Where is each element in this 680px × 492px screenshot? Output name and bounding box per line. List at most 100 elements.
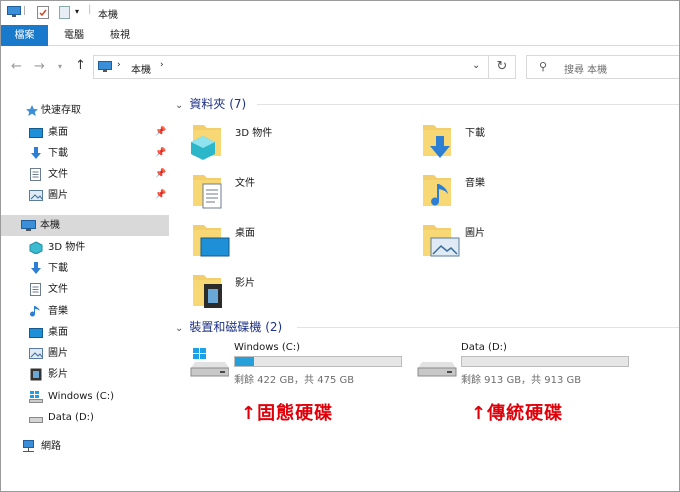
nav-pc-pictures[interactable]: 圖片 <box>1 343 169 364</box>
forward-arrow-icon[interactable]: → <box>34 59 45 74</box>
document-icon <box>30 283 44 296</box>
folder-downloads-icon <box>423 125 451 158</box>
folder-label: 音樂 <box>465 178 485 189</box>
nav-pc-downloads[interactable]: 下載 <box>1 258 169 279</box>
folder-3d-objects[interactable]: 3D 物件 <box>191 120 391 166</box>
nav-pc-desktop[interactable]: 桌面 <box>1 322 169 343</box>
annotation-ssd: ↑固態硬碟 <box>241 403 334 424</box>
nav-quick-desktop[interactable]: 桌面 📌 <box>1 122 169 143</box>
breadcrumb-chevron-icon[interactable]: › <box>160 60 164 70</box>
tab-computer[interactable]: 電腦 <box>53 25 95 46</box>
folder-music-icon <box>423 175 451 206</box>
group-divider <box>257 104 679 105</box>
drive-data-d[interactable]: Data (D:) 剩餘 913 GB，共 913 GB <box>416 342 629 390</box>
nav-label: 桌面 <box>48 127 68 138</box>
folder-documents-icon <box>193 175 222 209</box>
folder-music[interactable]: 音樂 <box>421 170 621 216</box>
folder-3d-objects-icon <box>191 125 221 160</box>
pin-icon[interactable]: 📌 <box>155 143 166 164</box>
properties-icon[interactable] <box>37 6 49 22</box>
download-arrow-icon <box>29 147 43 160</box>
computer-icon <box>21 219 36 232</box>
tab-file[interactable]: 檔案 <box>1 25 48 46</box>
nav-quick-documents[interactable]: 文件 📌 <box>1 164 169 185</box>
pin-icon[interactable]: 📌 <box>155 164 166 185</box>
drive-usage-bar <box>234 356 402 367</box>
search-box[interactable]: ⚲ 搜尋 本機 <box>526 55 679 79</box>
nav-pc-documents[interactable]: 文件 <box>1 279 169 300</box>
folder-downloads[interactable]: 下載 <box>421 120 621 166</box>
back-arrow-icon[interactable]: ← <box>11 59 22 74</box>
new-folder-icon[interactable] <box>59 6 70 22</box>
search-placeholder[interactable]: 搜尋 本機 <box>564 61 607 76</box>
folder-label: 圖片 <box>465 228 485 239</box>
breadcrumb-separator-icon[interactable]: › <box>117 60 121 70</box>
window-title: 本機 <box>98 10 118 21</box>
nav-network[interactable]: 網路 <box>1 436 169 457</box>
drives-header-label: 裝置和磁碟機 (2) <box>189 320 283 334</box>
film-icon <box>30 368 44 381</box>
pin-icon[interactable]: 📌 <box>155 185 166 206</box>
navigation-pane: 快速存取 桌面 📌 下載 📌 文件 📌 圖片 📌 本機 3D 物件 下載 文件 … <box>1 86 169 491</box>
nav-pc-3d-objects[interactable]: 3D 物件 <box>1 237 169 258</box>
folder-videos[interactable]: 影片 <box>191 270 391 316</box>
chevron-down-icon: ⌄ <box>175 323 184 334</box>
file-explorer-window: | ▾ | 本機 檔案 電腦 檢視 ← → ▾ ↑ › 本機 › ⌄ ↻ ⚲ 搜… <box>0 0 680 492</box>
title-bar: | ▾ | 本機 <box>1 1 679 25</box>
separator-icon: | <box>88 4 92 15</box>
nav-quick-access[interactable]: 快速存取 <box>1 100 169 121</box>
chevron-down-icon: ⌄ <box>175 100 184 111</box>
nav-label: 圖片 <box>48 190 68 201</box>
hard-drive-icon <box>417 362 457 377</box>
folders-group-header[interactable]: ⌄ 資料夾 (7) <box>175 95 246 112</box>
hard-drive-icon <box>29 411 43 424</box>
folder-label: 桌面 <box>235 228 255 239</box>
nav-pc-videos[interactable]: 影片 <box>1 364 169 385</box>
nav-label: 影片 <box>48 369 68 380</box>
folder-desktop[interactable]: 桌面 <box>191 220 391 266</box>
drive-windows-c[interactable]: Windows (C:) 剩餘 422 GB，共 475 GB <box>189 342 402 390</box>
folder-pictures[interactable]: 圖片 <box>421 220 621 266</box>
nav-label: 下載 <box>48 263 68 274</box>
folder-documents[interactable]: 文件 <box>191 170 391 216</box>
drives-group-header[interactable]: ⌄ 裝置和磁碟機 (2) <box>175 318 282 335</box>
nav-label: 3D 物件 <box>48 242 86 253</box>
nav-quick-downloads[interactable]: 下載 📌 <box>1 143 169 164</box>
network-icon <box>21 440 35 453</box>
refresh-button[interactable]: ↻ <box>489 55 516 79</box>
document-icon <box>30 168 44 181</box>
breadcrumb-this-pc[interactable]: 本機 <box>131 61 151 76</box>
pin-icon[interactable]: 📌 <box>155 122 166 143</box>
nav-pc-windows-c[interactable]: Windows (C:) <box>1 386 169 407</box>
folder-pictures-icon <box>423 225 460 257</box>
windows-drive-icon <box>190 348 229 377</box>
cube-3d-icon <box>29 241 43 255</box>
folder-label: 3D 物件 <box>235 128 273 139</box>
tab-view[interactable]: 檢視 <box>99 25 141 46</box>
nav-label: 文件 <box>48 284 68 295</box>
group-divider <box>297 327 679 328</box>
ribbon: 檔案 電腦 檢視 <box>1 25 679 46</box>
folder-label: 下載 <box>465 128 485 139</box>
nav-label: 下載 <box>48 148 68 159</box>
download-arrow-icon <box>29 262 43 275</box>
nav-label: 文件 <box>48 169 68 180</box>
desktop-icon <box>29 326 43 339</box>
drive-free-space: 剩餘 422 GB，共 475 GB <box>234 375 355 386</box>
nav-this-pc[interactable]: 本機 <box>1 215 169 236</box>
recent-locations-chevron-icon[interactable]: ▾ <box>58 62 62 71</box>
nav-quick-pictures[interactable]: 圖片 📌 <box>1 185 169 206</box>
up-arrow-icon[interactable]: ↑ <box>75 58 86 73</box>
desktop-icon <box>29 126 43 139</box>
folder-desktop-icon <box>193 225 230 257</box>
address-bar[interactable]: › 本機 › ⌄ <box>93 55 489 79</box>
nav-label: Data (D:) <box>48 412 94 423</box>
quick-access-toolbar-dropdown-icon[interactable]: ▾ <box>75 7 79 16</box>
address-dropdown-icon[interactable]: ⌄ <box>472 60 480 71</box>
nav-label: 本機 <box>40 220 60 231</box>
nav-pc-music[interactable]: 音樂 <box>1 301 169 322</box>
computer-icon <box>7 6 21 21</box>
drive-name: Windows (C:) <box>234 342 300 353</box>
nav-pc-data-d[interactable]: Data (D:) <box>1 407 169 428</box>
refresh-icon: ↻ <box>496 59 508 74</box>
